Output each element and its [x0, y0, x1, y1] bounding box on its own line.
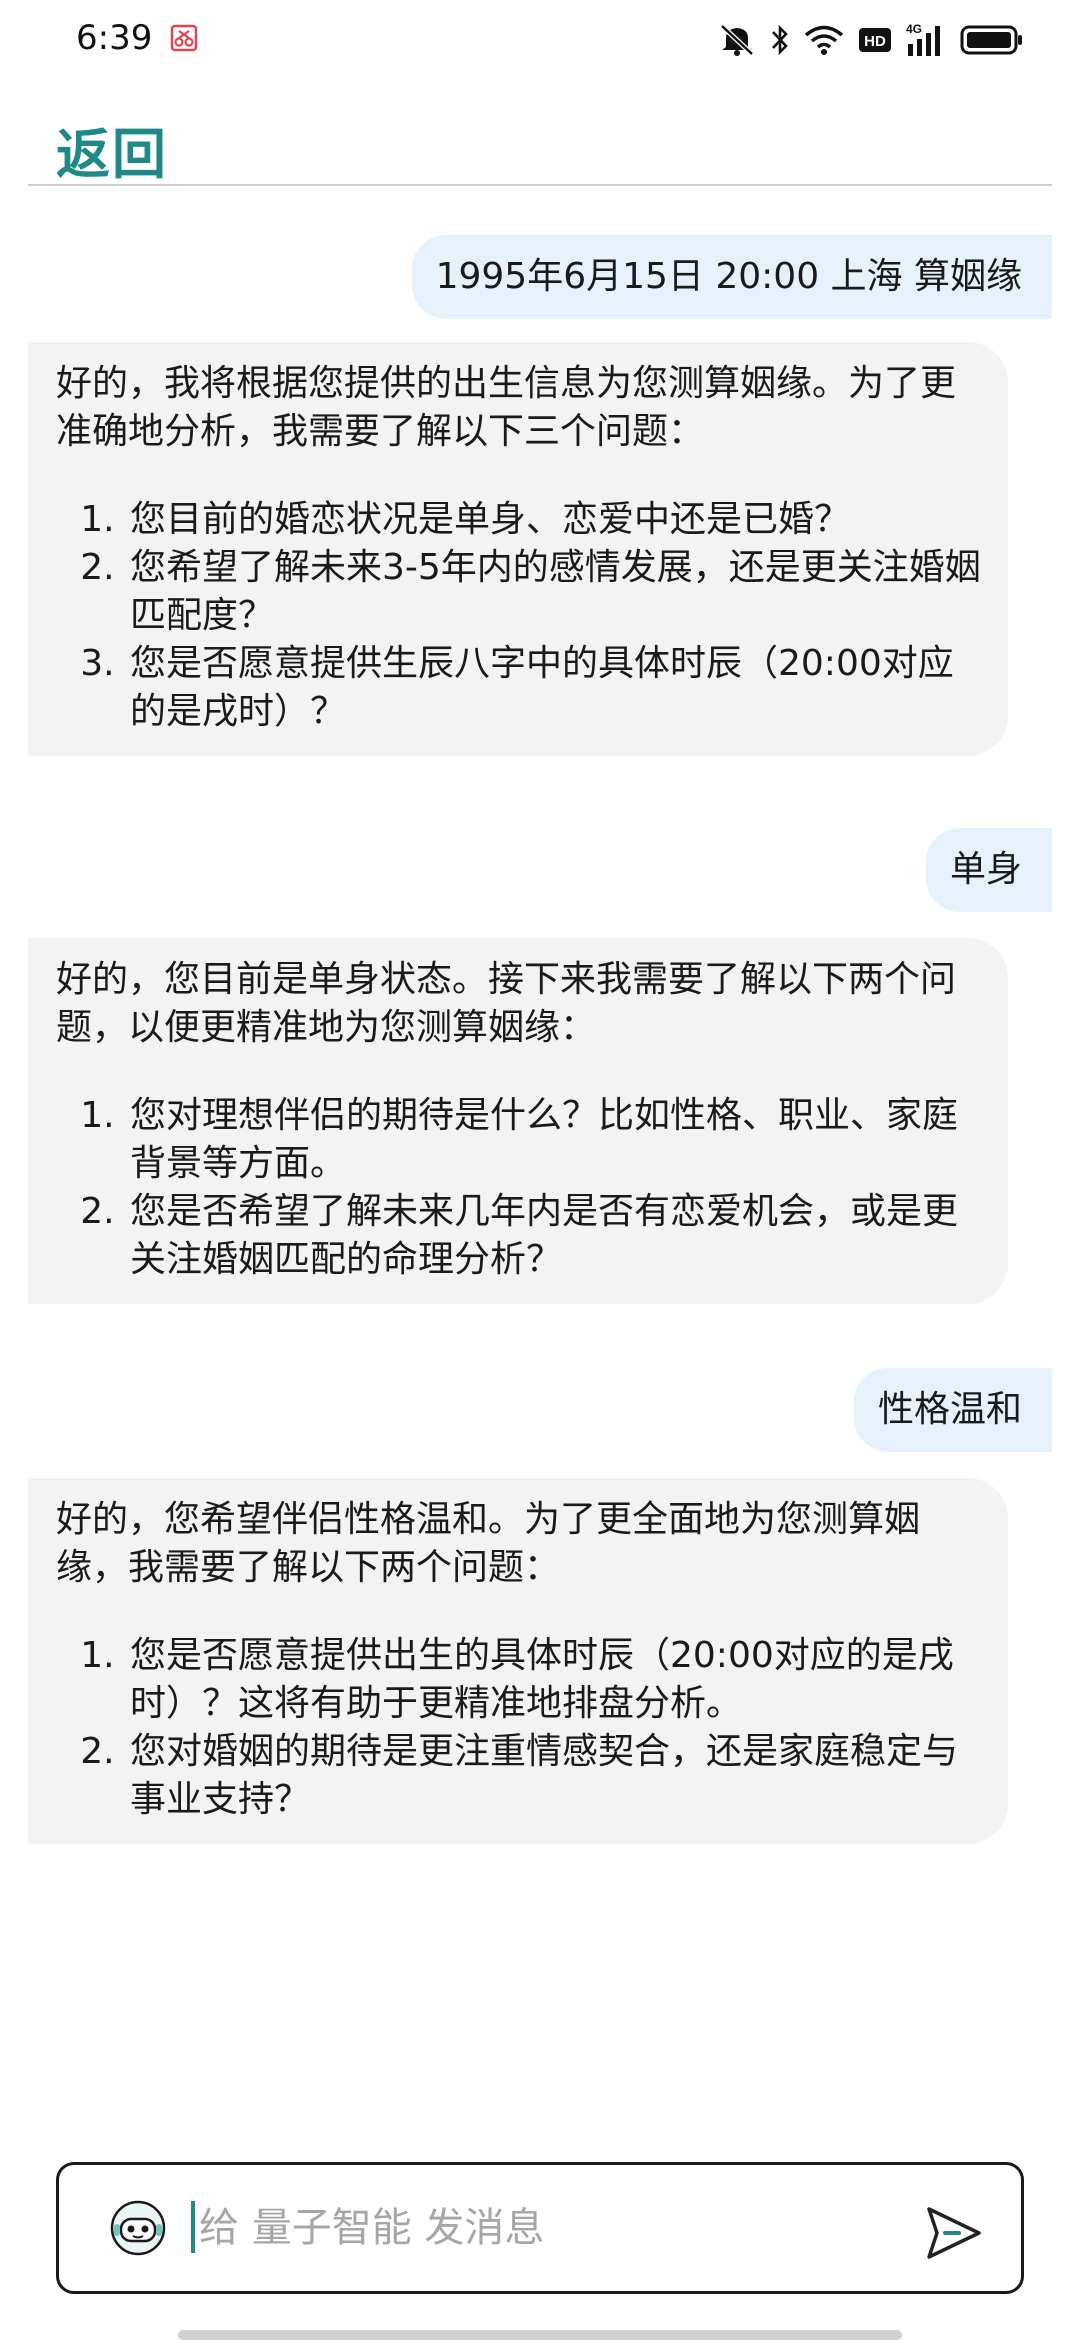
bluetooth-icon: [770, 22, 790, 58]
list-item: 您是否愿意提供出生的具体时辰（20:00对应的是戌时）？这将有助于更精准地排盘分…: [126, 1632, 982, 1728]
assistant-message-intro: 好的，您目前是单身状态。接下来我需要了解以下两个问题，以便更精准地为您测算姻缘：: [56, 959, 957, 1048]
user-message: 1995年6月15日 20:00 上海 算姻缘: [411, 235, 1052, 319]
assistant-message-intro: 好的，您希望伴侣性格温和。为了更全面地为您测算姻缘，我需要了解以下两个问题：: [56, 1499, 921, 1588]
assistant-message-intro: 好的，我将根据您提供的出生信息为您测算姻缘。为了更准确地分析，我需要了解以下三个…: [56, 363, 957, 452]
assistant-avatar-icon: [109, 2199, 167, 2257]
message-composer[interactable]: [56, 2162, 1024, 2294]
hd-label: HD: [864, 33, 886, 50]
text-caret: [191, 2201, 195, 2253]
status-time: 6:39: [76, 18, 153, 58]
list-item: 您是否希望了解未来几年内是否有恋爱机会，或是更关注婚姻匹配的命理分析？: [126, 1188, 982, 1284]
user-message: 单身: [925, 828, 1052, 912]
question-list: 您目前的婚恋状况是单身、恋爱中还是已婚？ 您希望了解未来3-5年内的感情发展，还…: [56, 496, 982, 736]
signal-icon: 4G: [906, 22, 946, 58]
question-list: 您是否愿意提供出生的具体时辰（20:00对应的是戌时）？这将有助于更精准地排盘分…: [56, 1632, 982, 1824]
back-button[interactable]: 返回: [56, 110, 168, 189]
hd-icon: HD: [858, 22, 892, 58]
screen-record-icon: [170, 24, 198, 52]
message-input[interactable]: [197, 2191, 921, 2265]
header-divider: [28, 184, 1052, 186]
assistant-message: 好的，您希望伴侣性格温和。为了更全面地为您测算姻缘，我需要了解以下两个问题： 您…: [28, 1478, 1008, 1844]
list-item: 您希望了解未来3-5年内的感情发展，还是更关注婚姻匹配度？: [126, 544, 982, 640]
list-item: 您对婚姻的期待是更注重情感契合，还是家庭稳定与事业支持？: [126, 1728, 982, 1824]
question-list: 您对理想伴侣的期待是什么？比如性格、职业、家庭背景等方面。 您是否希望了解未来几…: [56, 1092, 982, 1284]
assistant-message: 好的，您目前是单身状态。接下来我需要了解以下两个问题，以便更精准地为您测算姻缘：…: [28, 938, 1008, 1304]
send-icon[interactable]: [921, 2201, 985, 2265]
list-item: 您对理想伴侣的期待是什么？比如性格、职业、家庭背景等方面。: [126, 1092, 982, 1188]
list-item: 您是否愿意提供生辰八字中的具体时辰（20:00对应的是戌时）？: [126, 640, 982, 736]
home-indicator[interactable]: [178, 2330, 902, 2340]
network-label: 4G: [906, 22, 922, 36]
mute-icon: [718, 22, 756, 58]
battery-icon: [960, 22, 1024, 58]
assistant-message: 好的，我将根据您提供的出生信息为您测算姻缘。为了更准确地分析，我需要了解以下三个…: [28, 342, 1008, 756]
list-item: 您目前的婚恋状况是单身、恋爱中还是已婚？: [126, 496, 982, 544]
status-bar: 6:39 HD 4G: [0, 0, 1080, 80]
header: 返回: [0, 90, 1080, 186]
user-message: 性格温和: [853, 1368, 1052, 1452]
wifi-icon: [804, 22, 844, 58]
